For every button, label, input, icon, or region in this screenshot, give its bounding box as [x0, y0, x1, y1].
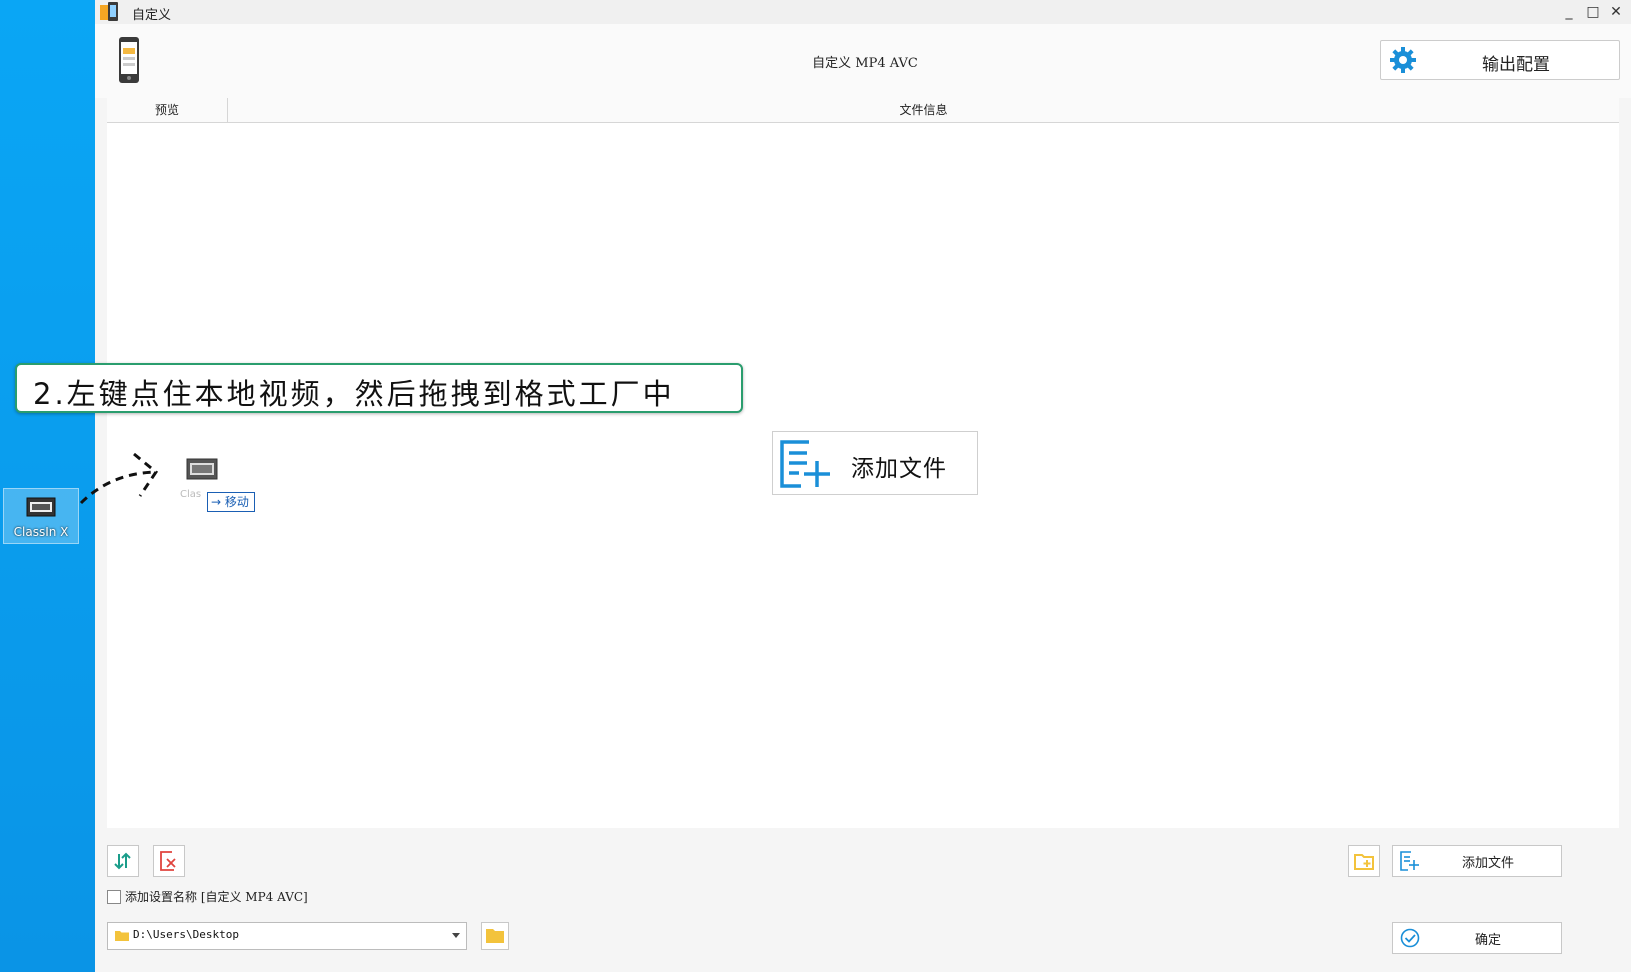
- add-file-label: 添加文件: [1461, 856, 1514, 871]
- folder-icon: [115, 931, 129, 941]
- desktop-icon-classin[interactable]: ClassIn X: [3, 488, 79, 544]
- delete-file-icon: [160, 851, 176, 871]
- output-path-value: D:\Users\Desktop: [133, 928, 239, 941]
- minimize-button[interactable]: _: [1558, 2, 1580, 22]
- profile-header: 自定义 MP4 AVC 输出配置: [95, 24, 1631, 98]
- video-file-icon: [26, 497, 56, 517]
- add-file-big-button[interactable]: 添加文件: [772, 431, 978, 495]
- window-title: 自定义: [132, 8, 172, 23]
- add-setting-name-label: 添加设置名称 [自定义 MP4 AVC]: [125, 890, 308, 904]
- add-file-icon: [1400, 851, 1419, 871]
- app-icon: [100, 2, 118, 21]
- file-list-header: 预览 文件信息: [107, 98, 1619, 123]
- ok-label: 确定: [1474, 933, 1501, 948]
- check-circle-icon: [1400, 928, 1420, 948]
- add-file-icon: [780, 440, 830, 488]
- folder-icon: [486, 929, 504, 943]
- file-list-panel[interactable]: 预览 文件信息 添加文件: [107, 98, 1619, 828]
- sort-arrows-icon: [114, 852, 131, 870]
- chevron-down-icon[interactable]: [452, 933, 460, 938]
- sort-button[interactable]: [107, 845, 139, 877]
- drag-move-tooltip: → 移动: [207, 492, 255, 512]
- ok-button[interactable]: 确定: [1392, 922, 1562, 954]
- column-header-preview[interactable]: 预览: [107, 98, 228, 122]
- tutorial-callout-text: 2.左键点住本地视频，然后拖拽到格式工厂中: [33, 377, 675, 411]
- phone-icon: [119, 37, 139, 83]
- output-config-button[interactable]: 输出配置: [1380, 40, 1620, 80]
- app-window: 自定义 _ □ ✕ 自定义 MP4 AVC 输出配置 预览 文件信息 添加文件 …: [95, 0, 1631, 972]
- tutorial-callout: 2.左键点住本地视频，然后拖拽到格式工厂中: [15, 363, 743, 413]
- close-button[interactable]: ✕: [1605, 2, 1627, 22]
- maximize-button[interactable]: □: [1582, 2, 1604, 22]
- desktop-icon-label: ClassIn X: [13, 525, 69, 539]
- browse-folder-button[interactable]: [481, 922, 509, 950]
- output-path-select[interactable]: D:\Users\Desktop: [107, 922, 467, 950]
- output-config-label: 输出配置: [1482, 55, 1550, 75]
- add-folder-button[interactable]: [1348, 845, 1380, 877]
- column-header-file-info[interactable]: 文件信息: [228, 98, 1619, 122]
- add-file-big-label: 添加文件: [851, 456, 947, 482]
- drag-arrow-icon: [79, 452, 159, 505]
- title-bar: 自定义 _ □ ✕: [95, 0, 1631, 24]
- add-folder-icon: [1354, 854, 1374, 870]
- add-file-button[interactable]: 添加文件: [1392, 845, 1562, 877]
- remove-file-button[interactable]: [153, 845, 185, 877]
- gear-icon: [1390, 47, 1416, 73]
- dragged-file-label: Clas: [180, 489, 202, 500]
- profile-title: 自定义 MP4 AVC: [812, 56, 918, 71]
- dragged-video-icon: [186, 458, 218, 480]
- add-setting-name-checkbox[interactable]: [107, 890, 121, 904]
